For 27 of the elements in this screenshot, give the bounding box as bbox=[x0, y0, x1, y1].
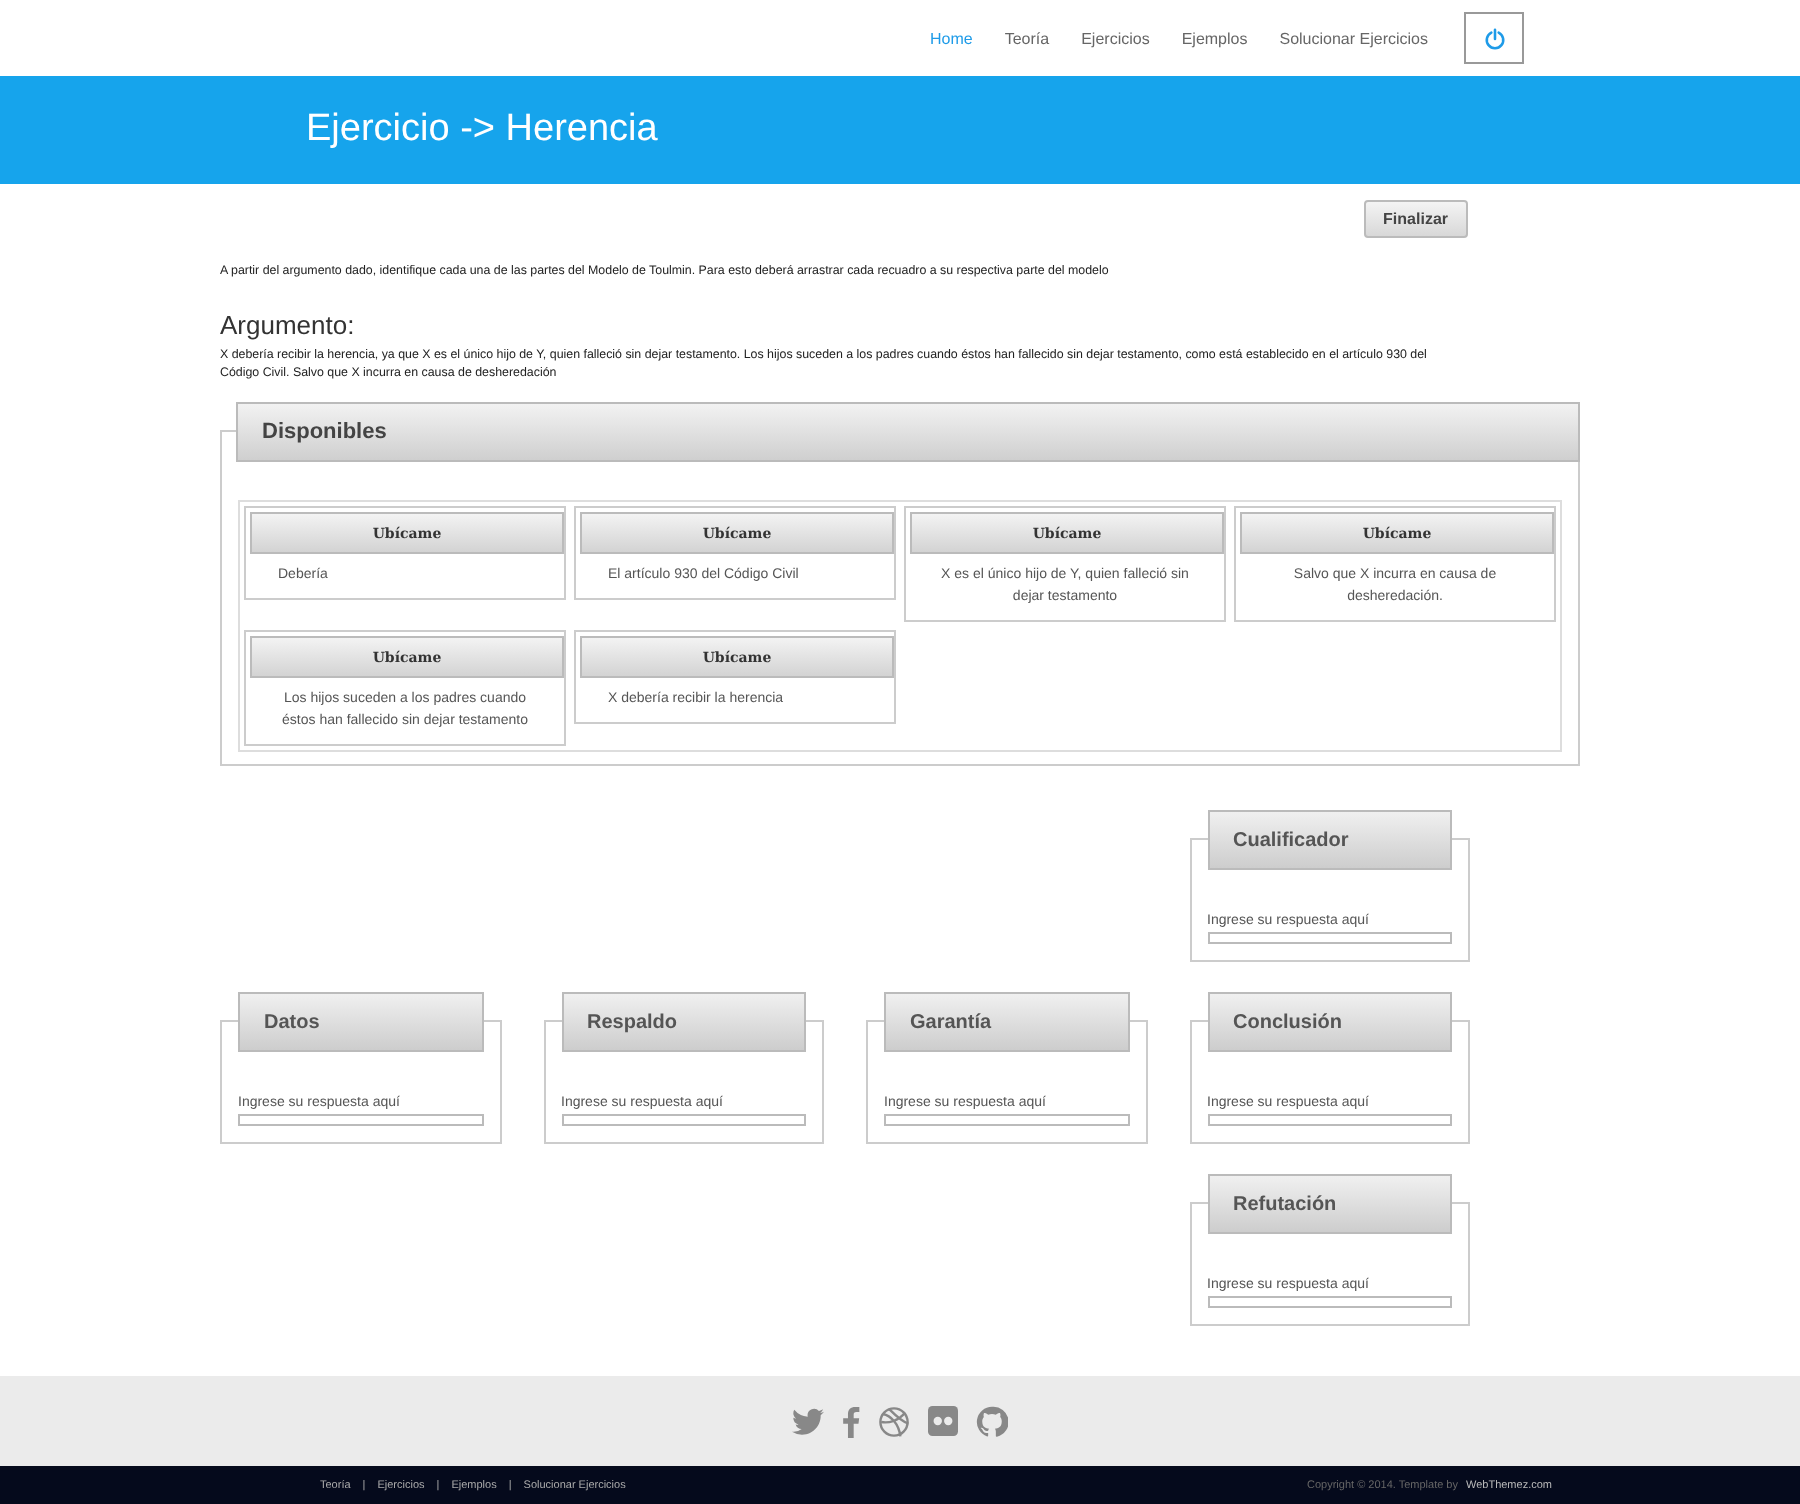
zone-title: Refutación bbox=[1207, 1174, 1452, 1234]
bird-icon[interactable] bbox=[792, 1407, 824, 1435]
dots-icon[interactable] bbox=[928, 1406, 958, 1436]
finish-button[interactable]: Finalizar bbox=[1363, 200, 1468, 238]
zone-title: Respaldo bbox=[561, 992, 806, 1052]
page-title: Ejercicio -> Herencia bbox=[306, 108, 658, 152]
nav-link[interactable]: Ejercicios bbox=[1077, 25, 1154, 51]
nav-link[interactable]: Teoría bbox=[1000, 25, 1054, 51]
section-heading: Argumento: bbox=[220, 310, 357, 340]
answer-field[interactable] bbox=[1207, 1296, 1452, 1308]
power-button[interactable] bbox=[1464, 12, 1524, 64]
nav-link[interactable]: Solucionar Ejercicios bbox=[1275, 25, 1432, 51]
ball-icon[interactable] bbox=[878, 1405, 910, 1437]
nav-link[interactable]: Ejemplos bbox=[1177, 25, 1252, 51]
f-letter-icon[interactable] bbox=[842, 1405, 860, 1437]
zone-title: Datos bbox=[238, 992, 483, 1052]
cat-icon[interactable] bbox=[976, 1405, 1008, 1437]
zone-title: Cualificador bbox=[1207, 810, 1452, 870]
answer-field[interactable] bbox=[1207, 1114, 1452, 1126]
answer-field[interactable] bbox=[884, 1114, 1129, 1126]
answer-field[interactable] bbox=[238, 1114, 483, 1126]
zone-title: Conclusión bbox=[1207, 992, 1452, 1052]
zone-title: Garantía bbox=[884, 992, 1129, 1052]
panel-title: Disponibles bbox=[236, 402, 1580, 462]
answer-field[interactable] bbox=[1207, 932, 1452, 944]
power-icon bbox=[1483, 27, 1505, 49]
answer-field[interactable] bbox=[561, 1114, 806, 1126]
